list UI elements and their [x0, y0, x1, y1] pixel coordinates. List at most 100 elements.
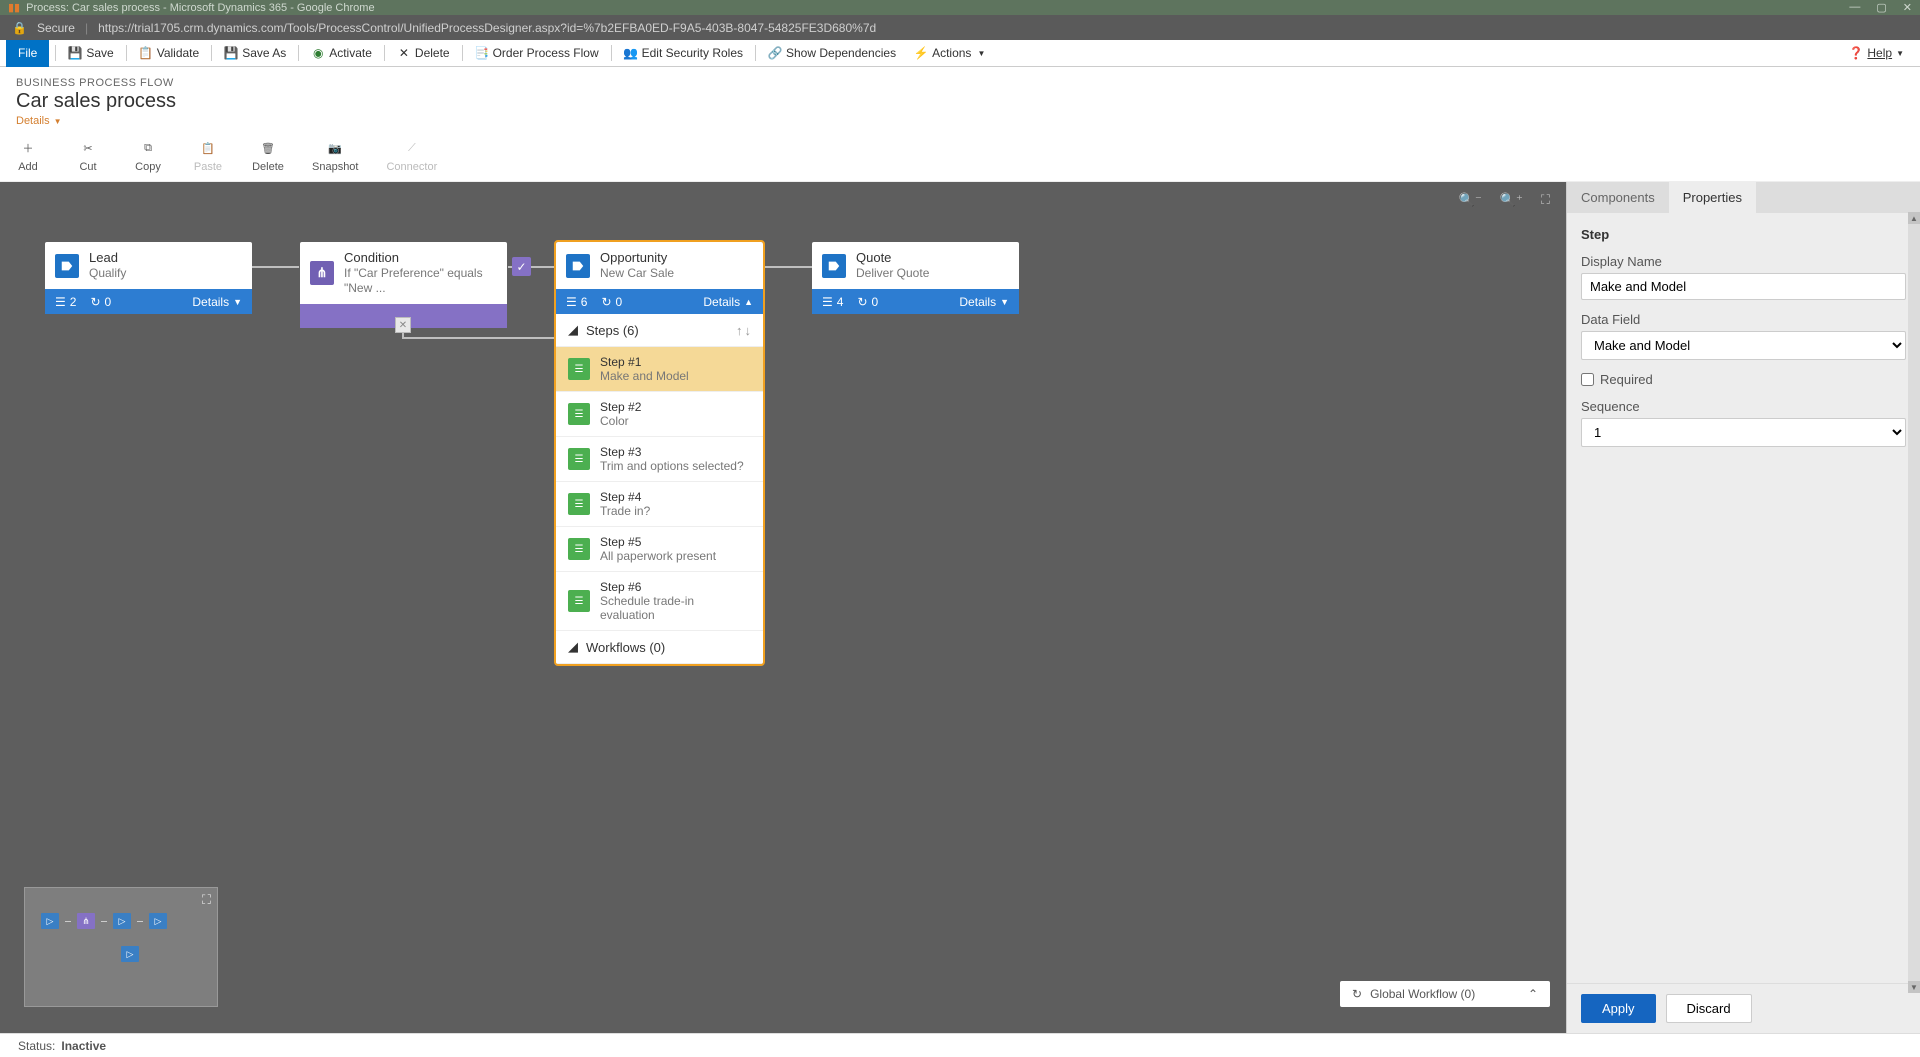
url-text: https://trial1705.crm.dynamics.com/Tools…: [98, 21, 876, 35]
details-toggle[interactable]: Details ▼: [192, 295, 242, 309]
process-canvas[interactable]: 🔍⁻ 🔍⁺ ⛶ LeadQualify ☰ 2 ↻ 0 Details ▼ ⋔: [0, 182, 1566, 1033]
status-label: Status:: [18, 1039, 55, 1053]
chevron-up-icon: ▲: [744, 297, 753, 307]
step-row[interactable]: ☰ Step #4Trade in?: [556, 482, 763, 527]
save-as-button[interactable]: 💾Save As: [218, 46, 292, 60]
help-button[interactable]: ❓Help▼: [1848, 46, 1914, 60]
mini-node: ▷: [121, 946, 139, 962]
steps-header[interactable]: ◢ Steps (6) ↑↓: [556, 314, 763, 347]
workflow-count: ↻ 0: [90, 295, 111, 309]
add-button[interactable]: ＋Add: [12, 139, 44, 173]
step-row[interactable]: ☰ Step #2Color: [556, 392, 763, 437]
paste-button[interactable]: 📋Paste: [192, 139, 224, 173]
cut-button[interactable]: ✂Cut: [72, 139, 104, 173]
status-bar: Status: Inactive: [0, 1033, 1920, 1057]
delete-cmd-button[interactable]: 🗑Delete: [252, 139, 284, 173]
order-flow-button[interactable]: 📑Order Process Flow: [469, 46, 605, 60]
triangle-icon: ◢: [568, 322, 578, 338]
camera-icon: 📷: [326, 139, 344, 157]
scroll-down-icon[interactable]: ▼: [1908, 981, 1920, 993]
step-icon: ☰: [568, 403, 590, 425]
order-icon: 📑: [475, 46, 489, 60]
delete-icon: ✕: [397, 46, 411, 60]
deps-icon: 🔗: [768, 46, 782, 60]
window-title: Process: Car sales process - Microsoft D…: [26, 2, 374, 14]
canvas-tools: 🔍⁻ 🔍⁺ ⛶: [1459, 192, 1550, 208]
tab-properties[interactable]: Properties: [1669, 182, 1756, 213]
step-icon: ☰: [568, 358, 590, 380]
close-icon[interactable]: ✕: [1903, 1, 1912, 14]
step-row[interactable]: ☰ Step #5All paperwork present: [556, 527, 763, 572]
file-menu[interactable]: File: [6, 40, 49, 67]
section-title: Step: [1581, 227, 1906, 242]
scissors-icon: ✂: [79, 139, 97, 157]
minimap[interactable]: ⛶ ▷ ⋔ ▷ ▷ ▷: [24, 887, 218, 1007]
activate-button[interactable]: ◉Activate: [305, 46, 378, 60]
stage-opportunity[interactable]: OpportunityNew Car Sale ☰ 6 ↻ 0 Details …: [556, 242, 763, 664]
delete-button[interactable]: ✕Delete: [391, 46, 456, 60]
sequence-label: Sequence: [1581, 399, 1906, 414]
condition-node[interactable]: ⋔ ConditionIf "Car Preference" equals "N…: [300, 242, 507, 328]
move-up-icon[interactable]: ↑: [736, 323, 743, 338]
discard-button[interactable]: Discard: [1666, 994, 1752, 1023]
connector-button[interactable]: ⟋Connector: [386, 139, 437, 173]
step-icon: ☰: [568, 538, 590, 560]
chevron-down-icon: ▼: [1000, 297, 1009, 307]
scroll-up-icon[interactable]: ▲: [1908, 212, 1920, 224]
page-header: BUSINESS PROCESS FLOW Car sales process …: [0, 67, 1920, 133]
required-label: Required: [1600, 372, 1653, 387]
step-row[interactable]: ☰ Step #3Trim and options selected?: [556, 437, 763, 482]
lock-icon: 🔒: [12, 21, 27, 35]
required-checkbox[interactable]: [1581, 373, 1594, 386]
minimize-icon[interactable]: —: [1849, 1, 1860, 14]
show-deps-button[interactable]: 🔗Show Dependencies: [762, 46, 902, 60]
steps-count: ☰ 2: [55, 295, 76, 309]
display-name-input[interactable]: [1581, 273, 1906, 300]
breadcrumb: BUSINESS PROCESS FLOW: [16, 77, 1904, 89]
step-icon: ☰: [568, 448, 590, 470]
scrollbar[interactable]: ▲ ▼: [1908, 212, 1920, 993]
workflows-header[interactable]: ◢ Workflows (0): [556, 631, 763, 664]
details-toggle[interactable]: Details ▼: [959, 295, 1009, 309]
app-icon: ▮▮: [8, 1, 20, 14]
address-bar: 🔒 Secure | https://trial1705.crm.dynamic…: [0, 15, 1920, 40]
condition-false-badge[interactable]: ✕: [395, 317, 411, 333]
details-toggle[interactable]: Details▼: [16, 115, 1904, 127]
step-row[interactable]: ☰ Step #1Make and Model: [556, 347, 763, 392]
expand-icon[interactable]: ⛶: [202, 892, 211, 908]
fit-screen-icon[interactable]: ⛶: [1541, 192, 1550, 208]
properties-panel: Components Properties Step Display Name …: [1566, 182, 1920, 1033]
apply-button[interactable]: Apply: [1581, 994, 1656, 1023]
move-down-icon[interactable]: ↓: [745, 323, 752, 338]
save-icon: 💾: [68, 46, 82, 60]
stage-icon: [822, 254, 846, 278]
trash-icon: 🗑: [259, 139, 277, 157]
copy-button[interactable]: ⧉Copy: [132, 139, 164, 173]
maximize-icon[interactable]: ▢: [1876, 1, 1886, 14]
steps-count: ☰ 6: [566, 295, 587, 309]
stage-quote[interactable]: QuoteDeliver Quote ☰ 4 ↻ 0 Details ▼: [812, 242, 1019, 314]
save-button[interactable]: 💾Save: [62, 46, 119, 60]
window-titlebar: ▮▮ Process: Car sales process - Microsof…: [0, 0, 1920, 15]
snapshot-button[interactable]: 📷Snapshot: [312, 139, 358, 173]
stage-lead[interactable]: LeadQualify ☰ 2 ↻ 0 Details ▼: [45, 242, 252, 314]
save-as-icon: 💾: [224, 46, 238, 60]
secure-label: Secure: [37, 21, 75, 35]
sequence-select[interactable]: 1: [1581, 418, 1906, 447]
details-toggle[interactable]: Details ▲: [703, 295, 753, 309]
actions-menu[interactable]: ⚡Actions▼: [908, 46, 991, 60]
step-row[interactable]: ☰ Step #6Schedule trade-in evaluation: [556, 572, 763, 631]
condition-true-badge: ✓: [512, 257, 531, 276]
tab-components[interactable]: Components: [1567, 182, 1669, 213]
global-workflow-bar[interactable]: ↻ Global Workflow (0) ⌃: [1340, 981, 1550, 1007]
workflow-count: ↻ 0: [601, 295, 622, 309]
ribbon-toolbar: File 💾Save 📋Validate 💾Save As ◉Activate …: [0, 40, 1920, 67]
validate-button[interactable]: 📋Validate: [133, 46, 205, 60]
zoom-out-icon[interactable]: 🔍⁻: [1459, 192, 1482, 208]
data-field-select[interactable]: Make and Model: [1581, 331, 1906, 360]
zoom-in-icon[interactable]: 🔍⁺: [1500, 192, 1523, 208]
chevron-down-icon: ▼: [977, 49, 985, 58]
edit-security-button[interactable]: 👥Edit Security Roles: [618, 46, 749, 60]
connector-icon: ⟋: [403, 139, 421, 157]
mini-node: ▷: [149, 913, 167, 929]
